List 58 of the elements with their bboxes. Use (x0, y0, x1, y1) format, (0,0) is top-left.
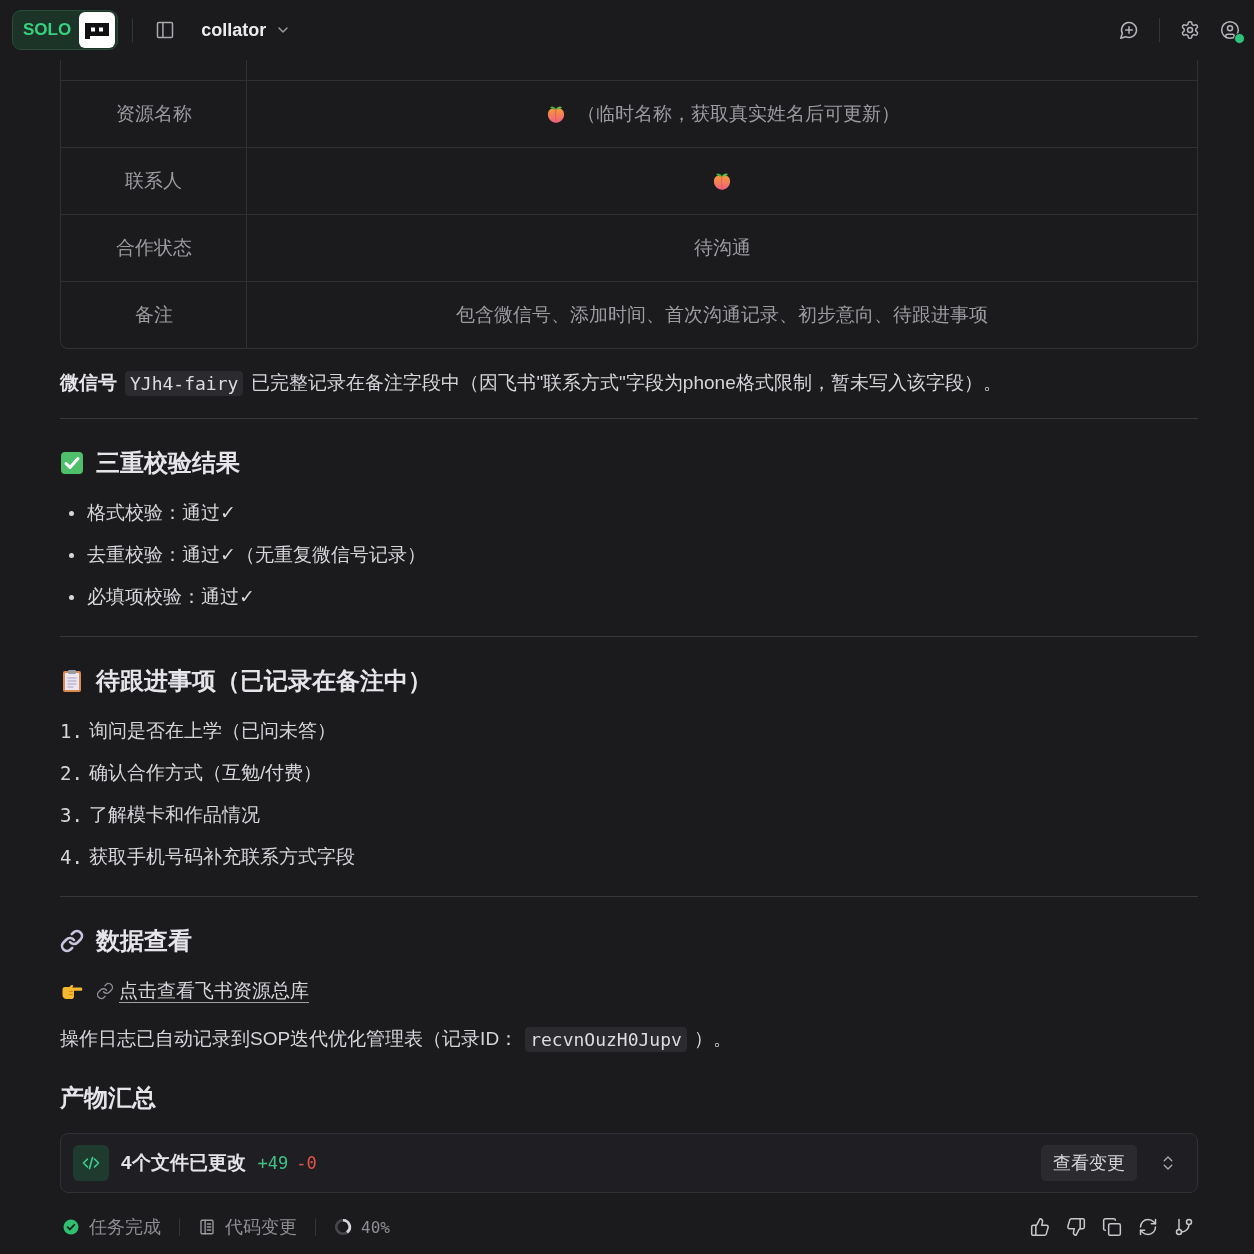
refresh-icon[interactable] (1138, 1217, 1158, 1237)
sidebar-toggle-icon[interactable] (155, 20, 176, 40)
field-name: 资源名称 (115, 102, 192, 126)
settings-icon[interactable] (1180, 20, 1200, 40)
note-text: 已完整记录在备注字段中（因飞书"联系方式"字段为phone格式限制，暂未写入该字段）。 (251, 371, 1002, 395)
list-item-text: 询问是否在上学（已问未答） (89, 719, 336, 743)
removed-count: -0 (296, 1153, 317, 1173)
status-text: 任务完成 (89, 1216, 161, 1239)
field-value: 待沟通 (693, 236, 751, 260)
progress-reading: 40% (361, 1217, 390, 1237)
inline-code: recvnOuzH0Jupv (525, 1026, 687, 1052)
copy-icon[interactable] (1102, 1217, 1122, 1237)
view-changes-button[interactable]: 查看变更 (1041, 1145, 1137, 1181)
field-value: 包含微信号、添加时间、首次沟通记录、初步意向、待跟进事项 (456, 303, 988, 327)
section-heading: 数据查看 (96, 926, 192, 956)
list-number: 1. (60, 720, 84, 742)
list-item-text: 获取手机号码补充联系方式字段 (89, 845, 355, 869)
field-name: 备注 (134, 303, 173, 327)
inline-code: YJh4-fairy (125, 370, 244, 396)
field-name: 联系人 (125, 169, 182, 193)
link-icon (96, 982, 114, 1000)
log-text: ）。 (693, 1027, 732, 1051)
clipboard-icon (60, 669, 84, 693)
list-item-text: 确认合作方式（互勉/付费） (89, 761, 323, 785)
changes-summary: 4个文件已更改 (121, 1151, 246, 1175)
check-circle-icon (62, 1218, 80, 1236)
section-heading: 三重校验结果 (96, 448, 240, 478)
project-selector[interactable]: collator (201, 19, 292, 41)
account-icon[interactable] (1220, 20, 1240, 40)
new-chat-icon[interactable] (1119, 20, 1139, 40)
link-icon (60, 929, 84, 953)
code-icon (73, 1145, 109, 1181)
thumbs-down-icon[interactable] (1066, 1217, 1086, 1237)
log-text: 操作日志已自动记录到SOP迭代优化管理表（记录ID： (60, 1027, 519, 1051)
list-number: 3. (60, 804, 84, 826)
list-item-text: 了解模卡和作品情况 (89, 803, 260, 827)
bold-label: 微信号 (60, 371, 117, 395)
thumbs-up-icon[interactable] (1030, 1217, 1050, 1237)
list-item-text: 必填项校验：通过✓ (87, 585, 255, 609)
section-heading: 产物汇总 (60, 1083, 156, 1113)
added-count: +49 (257, 1153, 289, 1173)
bullet-icon (69, 552, 74, 558)
list-number: 2. (60, 762, 84, 784)
list-item-text: 去重校验：通过✓（无重复微信号记录） (87, 543, 426, 567)
code-changes-link[interactable]: 代码变更 (225, 1215, 297, 1239)
list-number: 4. (60, 846, 84, 868)
mode-toggle[interactable]: SOLO (12, 10, 119, 50)
branch-icon[interactable] (1174, 1217, 1194, 1237)
resource-link[interactable]: 点击查看飞书资源总库 (119, 978, 309, 1004)
field-value: （临时名称，获取真实姓名后可更新） (576, 102, 900, 126)
bullet-icon (69, 594, 74, 600)
field-name: 合作状态 (115, 236, 192, 260)
check-mark-icon (60, 451, 84, 475)
section-heading: 待跟进事项（已记录在备注中） (96, 666, 432, 696)
bullet-icon (69, 510, 74, 516)
robot-face-icon (79, 12, 116, 48)
list-item-text: 格式校验：通过✓ (87, 501, 236, 525)
book-icon[interactable] (198, 1218, 216, 1236)
